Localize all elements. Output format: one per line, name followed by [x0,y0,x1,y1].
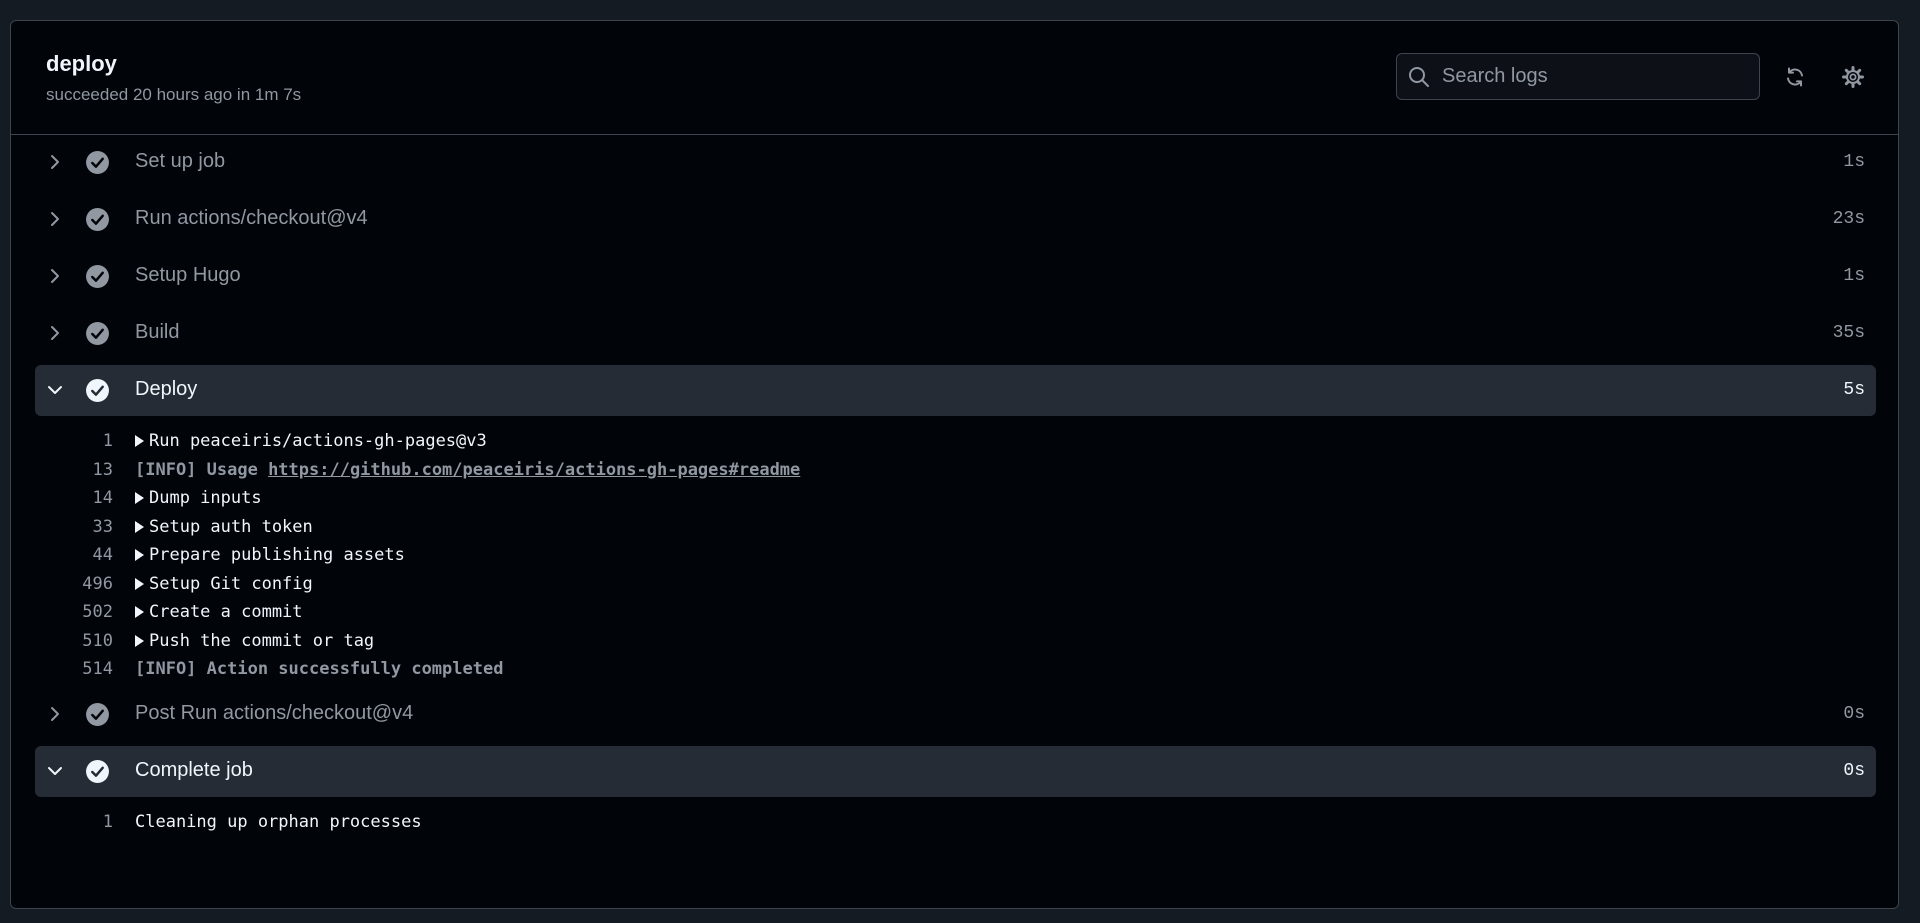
triangle-right-icon[interactable] [135,577,144,590]
log-message: Dump inputs [149,488,262,508]
job-header: deploy succeeded 20 hours ago in 1m 7s [11,21,1898,135]
step-row[interactable]: Set up job 1s [35,137,1876,188]
log-line-number[interactable]: 502 [35,598,113,626]
log-message: Run peaceiris/actions-gh-pages@v3 [149,431,487,451]
log-line: 510 Push the commit or tag [35,627,1876,655]
log-line-number[interactable]: 44 [35,541,113,569]
step-row[interactable]: Deploy 5s [35,365,1876,416]
step-name: Post Run actions/checkout@v4 [135,701,414,724]
log-group-toggle[interactable]: Prepare publishing assets [135,541,405,569]
log-group-toggle[interactable]: Run peaceiris/actions-gh-pages@v3 [135,427,487,455]
check-circle-icon [86,379,109,402]
log-line-number[interactable]: 1 [35,427,113,455]
job-log-panel: deploy succeeded 20 hours ago in 1m 7s S… [10,20,1899,909]
log-text: Cleaning up orphan processes [135,808,422,836]
refresh-button[interactable] [1779,61,1811,93]
log-message: Create a commit [149,602,303,622]
gear-icon [1842,66,1864,88]
log-line: 13 [INFO] Usage https://github.com/peacei… [35,456,1876,484]
log-group-toggle[interactable]: Setup Git config [135,570,313,598]
step-name: Build [135,321,180,343]
triangle-right-icon[interactable] [135,520,144,533]
log-line: 496 Setup Git config [35,570,1876,598]
log-line: 514 [INFO] Action successfully completed [35,655,1876,683]
log-line: 14 Dump inputs [35,484,1876,512]
log-message: Setup auth token [149,516,313,537]
log-message: [INFO] Action successfully completed [135,659,504,679]
log-group-toggle[interactable]: Push the commit or tag [135,627,374,655]
search-logs-input[interactable] [1442,54,1742,99]
log-line-number[interactable]: 1 [35,808,113,836]
sync-icon [1787,67,1803,87]
log-line-number[interactable]: 496 [35,570,113,598]
check-circle-icon [86,265,109,288]
settings-button[interactable] [1837,61,1869,93]
search-icon [1409,67,1429,87]
step-row[interactable]: Post Run actions/checkout@v4 0s [35,689,1876,740]
readme-link[interactable]: https://github.com/peaceiris/actions-gh-… [268,460,800,480]
triangle-right-icon[interactable] [135,634,144,647]
chevron-down-icon[interactable] [45,380,65,400]
step-name: Deploy [135,378,198,400]
chevron-right-icon[interactable] [45,266,65,286]
step-row[interactable]: Complete job 0s [35,745,1876,797]
log-group-toggle[interactable]: Dump inputs [135,484,262,512]
log-line-number[interactable]: 13 [35,456,113,484]
chevron-right-icon[interactable] [45,323,65,343]
log-line: 44 Prepare publishing assets [35,541,1876,569]
step-duration: 0s [1843,703,1865,724]
check-circle-icon [86,322,109,345]
log-line-number[interactable]: 514 [35,655,113,683]
step-row[interactable]: Build 35s [35,308,1876,359]
chevron-right-icon[interactable] [45,704,65,724]
log-group-toggle[interactable]: Create a commit [135,598,303,626]
job-status-subtitle: succeeded 20 hours ago in 1m 7s [46,85,302,104]
check-circle-icon [86,759,109,783]
step-name: Set up job [135,150,226,172]
step-duration: 5s [1843,380,1865,400]
log-prefix: [INFO] Usage [135,459,269,480]
chevron-right-icon[interactable] [45,209,65,229]
log-line: 1 Cleaning up orphan processes [35,808,1876,836]
log-line-number[interactable]: 14 [35,484,113,512]
log-message: Prepare publishing assets [149,545,405,565]
log-line-number[interactable]: 33 [35,513,113,541]
chevron-down-icon[interactable] [45,761,65,781]
triangle-right-icon[interactable] [135,492,144,504]
triangle-right-icon[interactable] [135,549,144,561]
step-duration: 0s [1843,760,1865,781]
log-message: Cleaning up orphan processes [135,811,422,832]
job-title: deploy [46,51,117,76]
chevron-right-icon[interactable] [45,152,65,172]
step-name: Setup Hugo [135,264,241,286]
triangle-right-icon[interactable] [135,606,144,618]
log-line: 33 Setup auth token [35,513,1876,541]
log-group-toggle[interactable]: Setup auth token [135,513,313,541]
log-text: [INFO] Action successfully completed [135,655,503,683]
log-line-number[interactable]: 510 [35,627,113,655]
step-duration: 23s [1832,209,1865,229]
triangle-right-icon[interactable] [135,435,144,447]
log-message: Setup Git config [149,573,313,594]
step-name: Run actions/checkout@v4 [135,207,368,229]
search-logs-box[interactable] [1396,53,1760,100]
step-row[interactable]: Run actions/checkout@v4 23s [35,194,1876,245]
log-line: 1 Run peaceiris/actions-gh-pages@v3 [35,427,1876,455]
step-duration: 1s [1843,152,1865,172]
step-duration: 35s [1832,323,1865,343]
check-circle-icon [86,702,109,726]
check-circle-icon [86,208,109,231]
log-text: [INFO] Usage https://github.com/peaceiri… [135,456,800,484]
log-message: Push the commit or tag [149,630,375,651]
log-line: 502 Create a commit [35,598,1876,626]
check-circle-icon [86,151,109,174]
step-row[interactable]: Setup Hugo 1s [35,251,1876,302]
step-duration: 1s [1843,266,1865,286]
step-name: Complete job [135,758,253,781]
